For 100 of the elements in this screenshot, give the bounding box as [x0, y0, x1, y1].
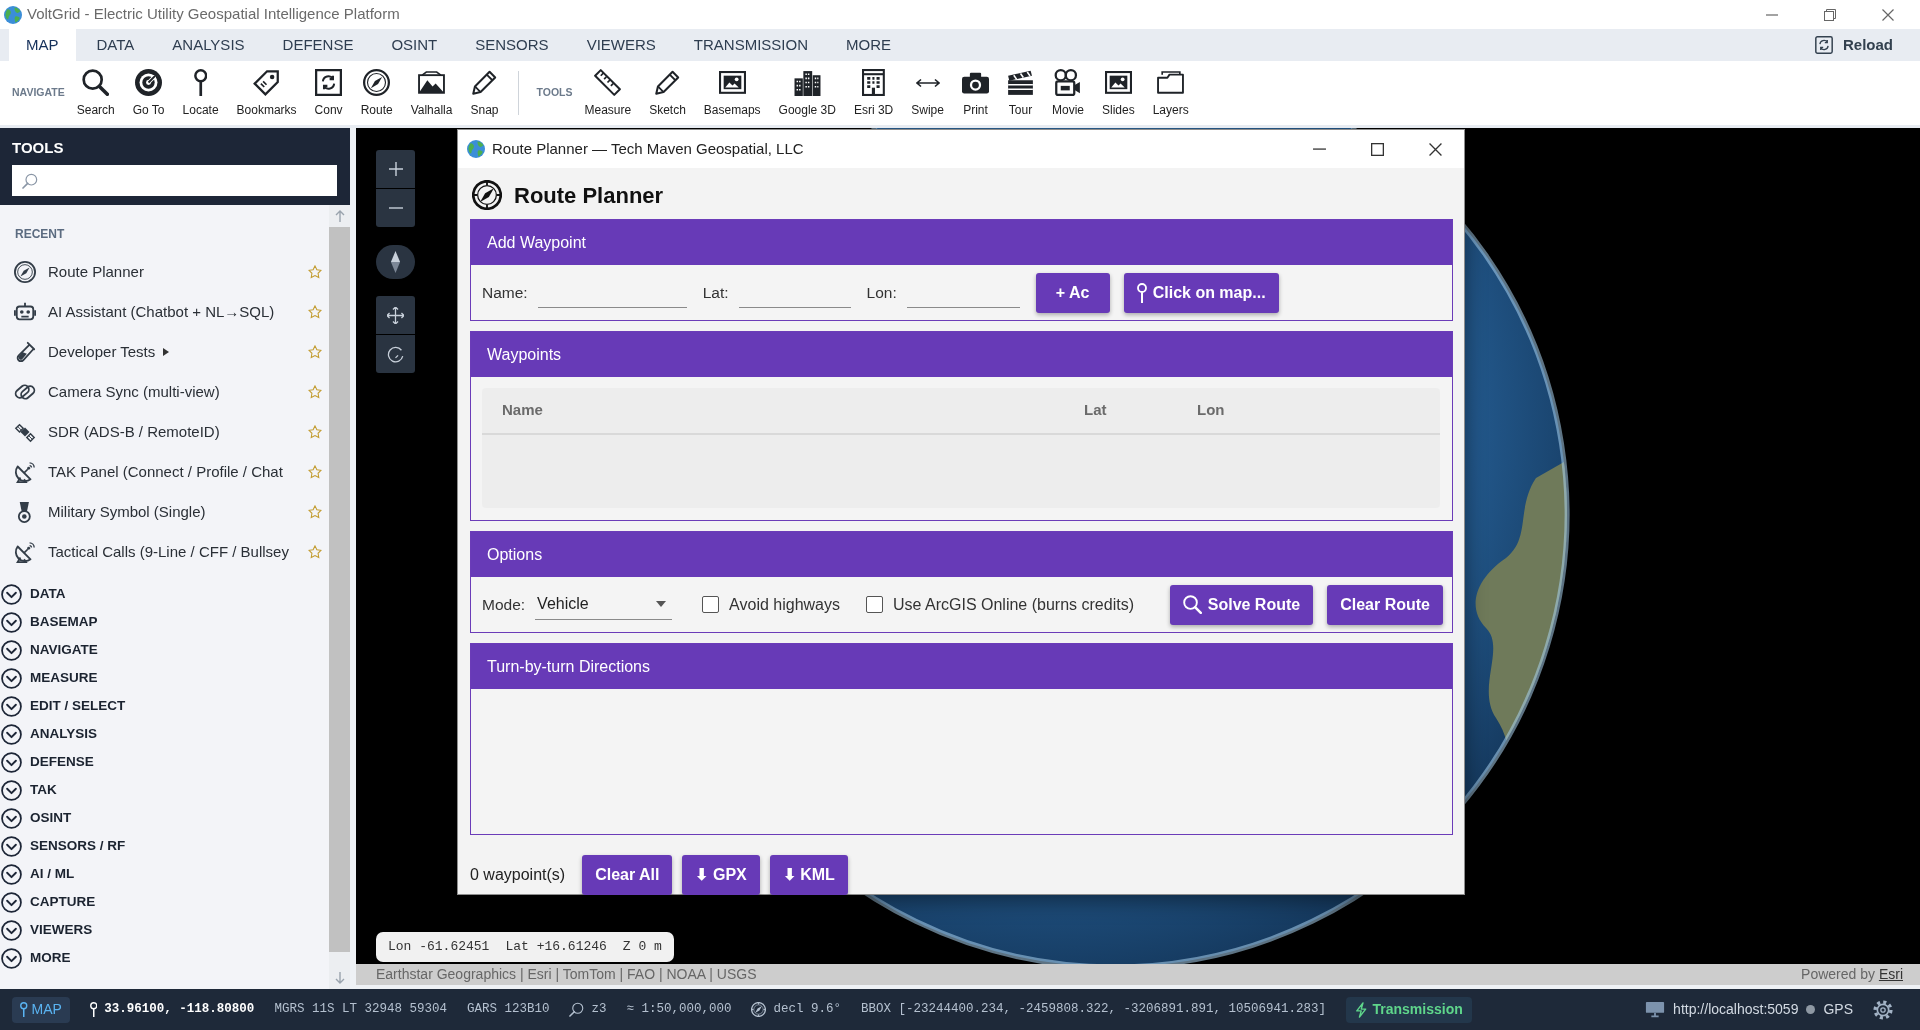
clear-all-button[interactable]: Clear All — [582, 855, 673, 895]
checkbox-label[interactable]: Use ArcGIS Online (burns credits) — [893, 592, 1134, 617]
toolbar-button[interactable]: Bookmarks — [227, 64, 306, 122]
tool-name[interactable]: Military Symbol (Single) — [48, 500, 206, 524]
chevron-circle-icon[interactable] — [1, 695, 22, 717]
star-icon[interactable] — [308, 305, 322, 319]
category-label[interactable]: ANALYSIS — [30, 723, 98, 745]
star-icon[interactable] — [308, 465, 322, 479]
ribbon-tab[interactable]: ANALYSIS — [155, 29, 262, 61]
toolbar-button[interactable]: Print — [952, 64, 998, 122]
category-label[interactable]: MORE — [30, 947, 71, 969]
reload-button[interactable]: Reload — [1813, 31, 1895, 59]
category-label[interactable]: SENSORS / RF — [30, 835, 126, 857]
star-icon[interactable] — [308, 545, 322, 559]
tool-name[interactable]: AI Assistant (Chatbot + NL→SQL) — [48, 300, 275, 324]
tool-name[interactable]: Developer Tests — [48, 340, 156, 364]
ribbon-tab[interactable]: MORE — [829, 29, 908, 61]
ribbon-tab[interactable]: MAP — [9, 29, 76, 61]
pan-button[interactable] — [376, 296, 415, 334]
category-label[interactable]: DEFENSE — [30, 751, 94, 773]
category-label[interactable]: AI / ML — [30, 863, 75, 885]
chevron-circle-icon[interactable] — [1, 639, 22, 661]
checkbox[interactable] — [866, 596, 883, 613]
star-icon[interactable] — [308, 265, 322, 279]
zoom-in-button[interactable] — [376, 150, 415, 188]
chevron-circle-icon[interactable] — [1, 835, 22, 857]
checkbox[interactable] — [702, 596, 720, 613]
scroll-up-icon — [334, 210, 345, 222]
solve-route-button[interactable]: Solve Route — [1169, 584, 1314, 625]
tool-name[interactable]: Tactical Calls (9-Line / CFF / Bullsey — [48, 540, 289, 564]
toolbar-button[interactable]: Basemaps — [694, 64, 770, 122]
chevron-circle-icon[interactable] — [1, 723, 22, 745]
category-label[interactable]: BASEMAP — [30, 611, 98, 633]
ribbon-tab[interactable]: OSINT — [374, 29, 455, 61]
toolbar-button[interactable]: Tour — [997, 64, 1043, 122]
chevron-circle-icon[interactable] — [1, 779, 22, 801]
category-label[interactable]: DATA — [30, 583, 66, 605]
tool-name[interactable]: Camera Sync (multi-view) — [48, 380, 220, 404]
star-icon[interactable] — [308, 345, 322, 359]
star-icon[interactable] — [308, 425, 322, 439]
star-icon[interactable] — [308, 505, 322, 519]
section-label: RECENT — [14, 226, 66, 243]
chevron-circle-icon[interactable] — [1, 667, 22, 689]
download-kml-button[interactable]: ⬇ KML — [769, 855, 848, 895]
category-label[interactable]: CAPTURE — [30, 891, 96, 913]
chevron-circle-icon[interactable] — [1, 863, 22, 885]
ribbon-tab[interactable]: DATA — [79, 29, 152, 61]
toolbar-button[interactable]: Conv — [305, 64, 352, 122]
star-icon[interactable] — [308, 385, 322, 399]
category-label[interactable]: TAK — [30, 779, 57, 801]
mode-indicator[interactable]: MAP — [12, 996, 70, 1023]
search-field[interactable] — [12, 165, 337, 196]
ribbon-tab[interactable]: SENSORS — [458, 29, 566, 61]
map-view[interactable] — [356, 128, 1920, 985]
ribbon-tab[interactable]: TRANSMISSION — [676, 29, 825, 61]
add-button[interactable]: + Ac — [1035, 272, 1110, 313]
chevron-circle-icon[interactable] — [1, 947, 22, 969]
toolbar-button[interactable]: Route — [351, 64, 402, 122]
chevron-circle-icon[interactable] — [1, 583, 22, 605]
chevron-circle-icon[interactable] — [1, 611, 22, 633]
chevron-circle-icon[interactable] — [1, 751, 22, 773]
category-label[interactable]: MEASURE — [30, 667, 98, 689]
chevron-circle-icon[interactable] — [1, 807, 22, 829]
toolbar-button[interactable]: Layers — [1143, 64, 1198, 122]
tool-name[interactable]: Route Planner — [48, 260, 144, 284]
checkbox-label[interactable]: Avoid highways — [729, 592, 840, 617]
toolbar-button[interactable]: Movie — [1042, 64, 1093, 122]
tool-name[interactable]: TAK Panel (Connect / Profile / Chat — [48, 460, 283, 484]
toolbar-button[interactable]: Snap — [461, 64, 508, 122]
attribution-link[interactable]: Esri — [1878, 966, 1903, 982]
toolbar-button[interactable]: Google 3D — [769, 64, 845, 122]
chevron-circle-icon[interactable] — [1, 919, 22, 941]
category-label[interactable]: VIEWERS — [30, 919, 93, 941]
toolbar-button[interactable]: Locate — [173, 64, 228, 122]
layer-indicator[interactable]: Transmission — [1346, 996, 1472, 1023]
click-on-map-button[interactable]: Click on map... — [1123, 272, 1279, 313]
column-header[interactable]: Lat — [1084, 399, 1197, 422]
toolbar-button[interactable]: Search — [67, 64, 124, 122]
chevron-circle-icon[interactable] — [1, 891, 22, 913]
settings-icon[interactable] — [1873, 999, 1893, 1020]
clear-route-button[interactable]: Clear Route — [1327, 584, 1443, 625]
toolbar-button[interactable]: Measure — [575, 64, 641, 122]
tool-name[interactable]: SDR (ADS-B / RemoteID) — [48, 420, 220, 444]
toolbar-button[interactable]: Go To — [123, 64, 174, 122]
ribbon-tab[interactable]: DEFENSE — [265, 29, 371, 61]
category-label[interactable]: EDIT / SELECT — [30, 695, 126, 717]
compass-button[interactable] — [376, 245, 415, 279]
toolbar-button[interactable]: Sketch — [640, 64, 695, 122]
toolbar-button[interactable]: Swipe — [902, 64, 953, 122]
rotate-button[interactable] — [376, 335, 415, 373]
toolbar-button[interactable]: Esri 3D — [844, 64, 903, 122]
ribbon-tab[interactable]: VIEWERS — [569, 29, 673, 61]
download-gpx-button[interactable]: ⬇ GPX — [682, 855, 760, 895]
column-header[interactable]: Lon — [1197, 399, 1440, 422]
category-label[interactable]: OSINT — [30, 807, 72, 829]
category-label[interactable]: NAVIGATE — [30, 639, 98, 661]
mode-dropdown[interactable]: Vehicle — [535, 589, 673, 620]
column-header[interactable]: Name — [502, 399, 1084, 422]
toolbar-button[interactable]: Slides — [1093, 64, 1144, 122]
toolbar-button[interactable]: Valhalla — [401, 64, 462, 122]
